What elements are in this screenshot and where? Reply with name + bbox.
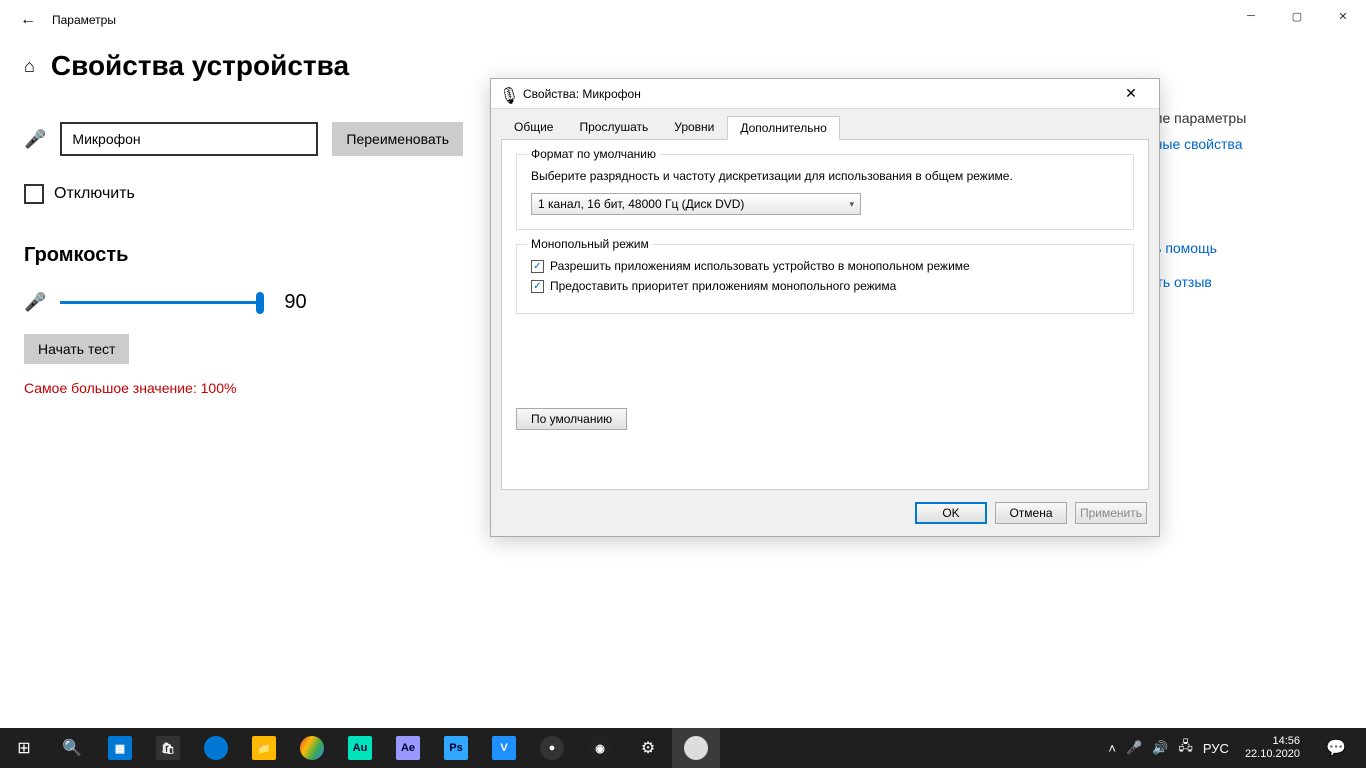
cb2-label: Предоставить приоритет приложениям моноп…: [550, 279, 896, 293]
microphone-icon: 🎤: [24, 129, 46, 150]
dialog-tabs: Общие Прослушать Уровни Дополнительно: [501, 115, 1149, 140]
tab-content: Формат по умолчанию Выберите разрядность…: [501, 140, 1149, 490]
group2-title: Монопольный режим: [527, 237, 653, 251]
settings-taskbar-icon[interactable]: ⚙: [624, 728, 672, 768]
format-dropdown[interactable]: 1 канал, 16 бит, 48000 Гц (Диск DVD) ▾: [531, 193, 861, 215]
explorer-icon[interactable]: 📁: [240, 728, 288, 768]
group1-desc: Выберите разрядность и частоту дискретиз…: [531, 169, 1119, 183]
obs-icon[interactable]: ◉: [576, 728, 624, 768]
tab-advanced[interactable]: Дополнительно: [727, 116, 839, 140]
audition-icon[interactable]: Au: [336, 728, 384, 768]
page-title: Свойства устройства: [51, 50, 349, 82]
clock-date: 22.10.2020: [1245, 748, 1300, 761]
slider-thumb[interactable]: [256, 292, 264, 314]
tray-mic-icon[interactable]: 🎤: [1126, 740, 1142, 756]
settings-header: ← Параметры ─ ▢ ✕: [0, 0, 1366, 40]
properties-dialog: 🎙 Свойства: Микрофон ✕ Общие Прослушать …: [490, 78, 1160, 537]
disable-label: Отключить: [54, 185, 135, 203]
search-icon[interactable]: 🔍: [48, 728, 96, 768]
active-app-icon[interactable]: [672, 728, 720, 768]
tray-chevron-icon[interactable]: ˄: [1108, 741, 1116, 756]
cancel-button[interactable]: Отмена: [995, 502, 1067, 524]
edge-icon[interactable]: [192, 728, 240, 768]
exclusive-checkbox-row-2[interactable]: ✓ Предоставить приоритет приложениям мон…: [531, 279, 1119, 293]
tray-language[interactable]: РУС: [1203, 741, 1229, 756]
checkbox-icon[interactable]: ✓: [531, 260, 544, 273]
dialog-titlebar[interactable]: 🎙 Свойства: Микрофон ✕: [491, 79, 1159, 109]
notifications-icon[interactable]: 💬: [1316, 728, 1356, 768]
taskbar-clock[interactable]: 14:56 22.10.2020: [1239, 735, 1306, 761]
back-arrow-icon[interactable]: ←: [8, 0, 48, 40]
defaults-button[interactable]: По умолчанию: [516, 408, 627, 430]
microphone-volume-icon: 🎤: [24, 292, 46, 313]
maximize-button[interactable]: ▢: [1274, 0, 1320, 32]
tab-general[interactable]: Общие: [501, 115, 566, 139]
start-button[interactable]: ⊞: [0, 728, 48, 768]
volume-value: 90: [284, 291, 306, 314]
dialog-title: Свойства: Микрофон: [523, 87, 1111, 101]
home-icon[interactable]: ⌂: [24, 56, 35, 77]
start-test-button[interactable]: Начать тест: [24, 334, 129, 364]
volume-slider[interactable]: [60, 301, 260, 304]
close-button[interactable]: ✕: [1320, 0, 1366, 32]
checkbox-icon[interactable]: ✓: [531, 280, 544, 293]
exclusive-mode-group: Монопольный режим ✓ Разрешить приложения…: [516, 244, 1134, 314]
tab-listen[interactable]: Прослушать: [566, 115, 661, 139]
default-format-group: Формат по умолчанию Выберите разрядность…: [516, 154, 1134, 230]
dialog-body: Общие Прослушать Уровни Дополнительно Фо…: [491, 109, 1159, 489]
chrome-icon[interactable]: [288, 728, 336, 768]
taskbar: ⊞ 🔍 ▦ 🛍 📁 Au Ae Ps V ● ◉ ⚙ ˄ 🎤 🔊 🖧 РУС 1…: [0, 728, 1366, 768]
dialog-close-button[interactable]: ✕: [1111, 80, 1151, 108]
device-name-input[interactable]: [60, 122, 318, 156]
group1-title: Формат по умолчанию: [527, 147, 660, 161]
rename-button[interactable]: Переименовать: [332, 122, 463, 156]
taskbar-right: ˄ 🎤 🔊 🖧 РУС 14:56 22.10.2020 💬: [1098, 728, 1366, 768]
apply-button[interactable]: Применить: [1075, 502, 1147, 524]
vegas-icon[interactable]: V: [480, 728, 528, 768]
cinema4d-icon[interactable]: ●: [528, 728, 576, 768]
cb1-label: Разрешить приложениям использовать устро…: [550, 259, 970, 273]
format-value: 1 канал, 16 бит, 48000 Гц (Диск DVD): [538, 197, 744, 211]
microphone-dialog-icon: 🎙: [499, 86, 515, 102]
dialog-buttons: OK Отмена Применить: [915, 502, 1147, 524]
window-title: Параметры: [52, 13, 116, 27]
chevron-down-icon: ▾: [849, 199, 854, 210]
ok-button[interactable]: OK: [915, 502, 987, 524]
calculator-icon[interactable]: ▦: [96, 728, 144, 768]
photoshop-icon[interactable]: Ps: [432, 728, 480, 768]
tray-network-icon[interactable]: 🖧: [1178, 737, 1193, 759]
aftereffects-icon[interactable]: Ae: [384, 728, 432, 768]
clock-time: 14:56: [1245, 735, 1300, 748]
taskbar-left: ⊞ 🔍 ▦ 🛍 📁 Au Ae Ps V ● ◉ ⚙: [0, 728, 720, 768]
tab-levels[interactable]: Уровни: [661, 115, 727, 139]
tray-volume-icon[interactable]: 🔊: [1152, 740, 1168, 756]
window-controls: ─ ▢ ✕: [1228, 0, 1366, 32]
minimize-button[interactable]: ─: [1228, 0, 1274, 32]
store-icon[interactable]: 🛍: [144, 728, 192, 768]
disable-checkbox[interactable]: [24, 184, 44, 204]
exclusive-checkbox-row-1[interactable]: ✓ Разрешить приложениям использовать уст…: [531, 259, 1119, 273]
